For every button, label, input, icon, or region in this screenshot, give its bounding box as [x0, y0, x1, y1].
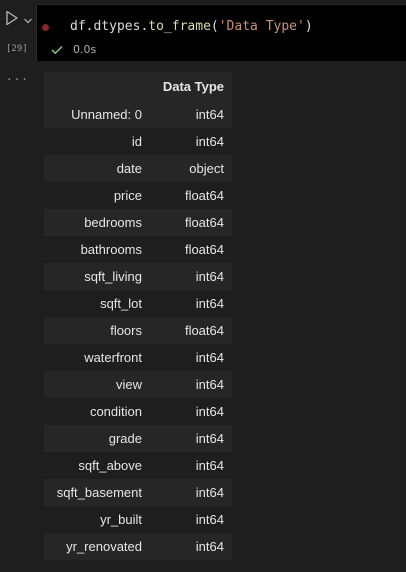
code-token-attribute: dtypes [93, 19, 141, 34]
row-index: price [113, 188, 142, 203]
execution-time: 0.0s [73, 43, 97, 56]
table-row: price float64 [44, 182, 232, 209]
row-index: yr_built [100, 512, 142, 527]
run-cell-button[interactable] [4, 10, 20, 26]
table-body: Unnamed: 0 int64 id int64 date object price flo… [44, 101, 232, 560]
row-index: bathrooms [80, 242, 142, 257]
code-editor[interactable]: df.dtypes.to_frame('Data Type') 0.0s [36, 4, 406, 61]
execution-count: [29] [6, 44, 28, 54]
row-index: sqft_above [78, 458, 142, 473]
data-type-cell: object [189, 161, 224, 176]
table-header-row: Data Type [44, 72, 232, 101]
row-index: sqft_basement [56, 485, 142, 500]
data-type-cell: float64 [184, 242, 224, 257]
table-row: floors float64 [44, 317, 232, 344]
table-row: Unnamed: 0 int64 [44, 101, 232, 128]
code-token-variable: df [70, 19, 86, 34]
row-index: yr_renovated [66, 539, 142, 554]
table-row: date object [44, 155, 232, 182]
breakpoint-icon [42, 24, 49, 31]
data-type-cell: int64 [195, 377, 224, 392]
code-token-paren: ( [210, 19, 219, 34]
table-row: id int64 [44, 128, 232, 155]
table-row: sqft_lot int64 [44, 290, 232, 317]
table-row: yr_renovated int64 [44, 533, 232, 560]
row-index: id [131, 134, 142, 149]
table-row: bathrooms float64 [44, 236, 232, 263]
run-options-chevron[interactable] [22, 12, 34, 24]
table-row: sqft_living int64 [44, 263, 232, 290]
row-index: condition [89, 404, 142, 419]
row-index: date [116, 161, 142, 176]
table-row: condition int64 [44, 398, 232, 425]
row-index: waterfront [84, 350, 142, 365]
row-index: grade [108, 431, 142, 446]
execution-status: 0.0s [51, 43, 96, 56]
row-index: floors [110, 323, 142, 338]
row-index: sqft_living [84, 269, 142, 284]
row-index: Unnamed: 0 [71, 107, 142, 122]
table-row: waterfront int64 [44, 344, 232, 371]
column-header: Data Type [162, 79, 224, 94]
data-type-cell: int64 [195, 296, 224, 311]
data-type-cell: int64 [195, 512, 224, 527]
data-type-cell: int64 [195, 269, 224, 284]
table-row: sqft_above int64 [44, 452, 232, 479]
table-row: yr_built int64 [44, 506, 232, 533]
code-line[interactable]: df.dtypes.to_frame('Data Type') [70, 18, 313, 36]
row-index: view [115, 377, 142, 392]
output-table-container: Data Type Unnamed: 0 int64 id int64 date obje… [44, 72, 232, 560]
table-row: view int64 [44, 371, 232, 398]
row-index: sqft_lot [100, 296, 142, 311]
table-row: bedrooms float64 [44, 209, 232, 236]
code-token-string: 'Data Type' [218, 19, 305, 34]
check-icon [51, 45, 63, 54]
output-actions-icon[interactable]: ... [6, 70, 29, 83]
data-type-cell: int64 [195, 485, 224, 500]
code-token-paren: ) [304, 19, 313, 34]
data-type-cell: float64 [184, 215, 224, 230]
table-row: grade int64 [44, 425, 232, 452]
notebook-cell: [29] ... df.dtypes.to_frame('Data Type')… [0, 0, 406, 572]
data-type-cell: float64 [184, 188, 224, 203]
data-type-cell: float64 [184, 323, 224, 338]
data-type-cell: int64 [195, 431, 224, 446]
data-type-cell: int64 [195, 539, 224, 554]
data-type-cell: int64 [195, 458, 224, 473]
dataframe-table: Data Type Unnamed: 0 int64 id int64 date obje… [44, 72, 232, 560]
data-type-cell: int64 [195, 404, 224, 419]
code-token-method: to_frame [148, 19, 211, 34]
row-index: bedrooms [84, 215, 142, 230]
cell-gutter: [29] ... [0, 0, 36, 572]
table-corner [44, 72, 150, 101]
table-row: sqft_basement int64 [44, 479, 232, 506]
data-type-cell: int64 [195, 134, 224, 149]
chevron-down-icon [24, 18, 32, 24]
play-icon [6, 10, 18, 26]
data-type-cell: int64 [195, 350, 224, 365]
data-type-cell: int64 [195, 107, 224, 122]
